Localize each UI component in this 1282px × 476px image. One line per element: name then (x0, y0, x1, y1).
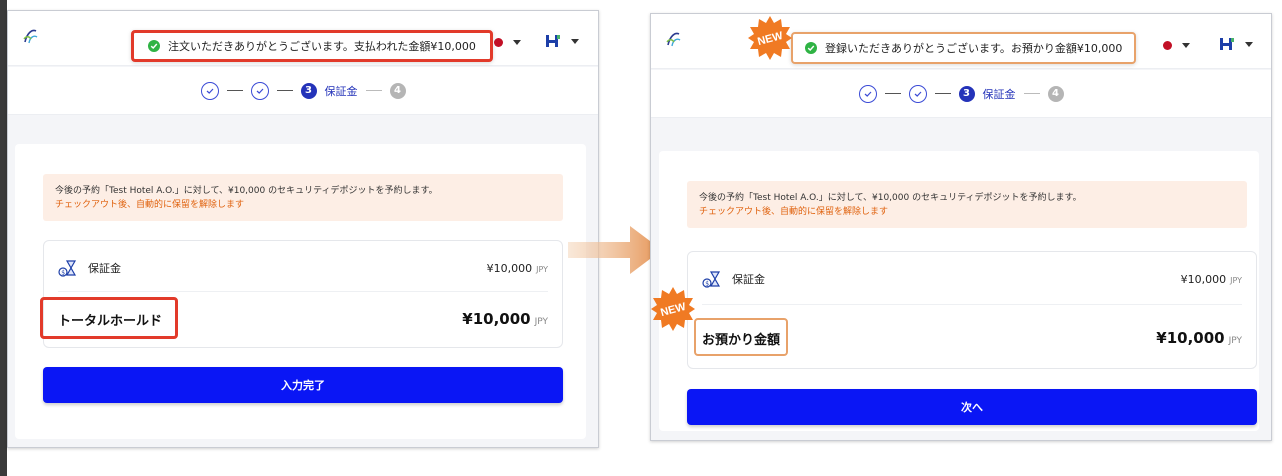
progress-stepper: 3 保証金 4 (8, 67, 598, 115)
step-4: 4 (389, 82, 406, 99)
new-badge: NEW (650, 286, 696, 332)
notice-text: 今後の予約「Test Hotel A.O.」に対して、¥10,000 のセキュリ… (699, 193, 1082, 203)
chevron-down-icon (1182, 43, 1190, 48)
toast-message: 登録いただきありがとうございます。お預かり金額¥10,000 (825, 42, 1123, 55)
success-check-icon (805, 42, 817, 54)
step-2 (250, 81, 269, 100)
total-row: トータルホールド ¥10,000 JPY (40, 297, 548, 339)
chevron-down-icon (571, 38, 579, 44)
step-connector (365, 90, 382, 91)
svg-text:$: $ (705, 280, 709, 287)
deposit-label: 保証金 (732, 273, 765, 286)
notice-text: 今後の予約「Test Hotel A.O.」に対して、¥10,000 のセキュリ… (55, 186, 438, 196)
step-connector (1023, 93, 1040, 94)
svg-text:$: $ (61, 269, 65, 276)
app-logo-icon[interactable] (663, 28, 685, 50)
step-1 (858, 84, 877, 103)
language-dropdown[interactable] (1163, 41, 1190, 50)
step-4: 4 (1047, 85, 1064, 102)
step-number: 3 (958, 85, 975, 102)
deposit-summary: $ 保証金 ¥10,000 JPY お預かり金額 ¥10,000 JPY (687, 251, 1257, 369)
chevron-down-icon (1245, 41, 1253, 47)
step-number: 3 (300, 82, 317, 99)
notice-release-text: チェックアウト後、自動的に保留を解除します (55, 200, 245, 210)
language-dropdown[interactable] (494, 38, 521, 47)
new-starburst-icon: NEW (748, 16, 792, 60)
chevron-down-icon (513, 40, 521, 45)
deposit-card: 今後の予約「Test Hotel A.O.」に対して、¥10,000 のセキュリ… (15, 144, 586, 439)
deposit-notice: 今後の予約「Test Hotel A.O.」に対して、¥10,000 のセキュリ… (687, 181, 1247, 228)
left-edge-bar (0, 0, 7, 476)
screen-after: 登録いただきありがとうございます。お預かり金額¥10,000 3 保証金 4 今… (650, 13, 1272, 441)
notice-release-text: チェックアウト後、自動的に保留を解除します (699, 207, 889, 217)
deposit-notice: 今後の予約「Test Hotel A.O.」に対して、¥10,000 のセキュリ… (43, 174, 563, 221)
next-button[interactable]: 次へ (687, 389, 1257, 425)
deposit-row: $ 保証金 ¥10,000 JPY (702, 264, 1242, 294)
japan-flag-icon (1163, 41, 1172, 50)
success-check-icon (148, 40, 160, 52)
deposit-card: 今後の予約「Test Hotel A.O.」に対して、¥10,000 のセキュリ… (659, 151, 1259, 431)
hotel-brand-icon (546, 35, 560, 47)
money-hourglass-icon: $ (702, 271, 721, 288)
success-toast: 注文いただきありがとうございます。支払われた金額¥10,000 (131, 30, 493, 62)
step-number: 4 (1047, 85, 1064, 102)
app-header: 登録いただきありがとうございます。お預かり金額¥10,000 (651, 14, 1271, 69)
user-menu-dropdown[interactable] (545, 33, 579, 49)
new-starburst-icon: NEW (651, 287, 695, 331)
user-menu-dropdown[interactable] (1219, 36, 1253, 52)
divider (58, 291, 548, 292)
step-connector (226, 90, 243, 91)
step-3-current: 3 保証金 (300, 82, 358, 99)
japan-flag-icon (494, 38, 503, 47)
deposit-summary: $ 保証金 ¥10,000 JPY トータルホールド ¥10,000 JPY (40, 240, 563, 348)
step-connector (934, 93, 951, 94)
complete-button[interactable]: 入力完了 (43, 367, 563, 403)
check-circle-icon (200, 81, 219, 100)
highlight-box (40, 297, 178, 339)
highlight-box (694, 318, 788, 356)
hotel-brand-icon (1220, 38, 1234, 50)
step-2 (908, 84, 927, 103)
divider (702, 304, 1242, 305)
total-row: お預かり金額 ¥10,000 JPY (694, 318, 1242, 356)
comparison-stage: 注文いただきありがとうございます。支払われた金額¥10,000 3 保証金 4 … (0, 0, 1282, 476)
total-amount: ¥10,000 JPY (1156, 329, 1242, 347)
new-badge: NEW (747, 15, 793, 61)
toast-message: 注文いただきありがとうございます。支払われた金額¥10,000 (168, 40, 476, 53)
step-number: 4 (389, 82, 406, 99)
deposit-amount: ¥10,000 JPY (1180, 272, 1242, 286)
step-connector (884, 93, 901, 94)
check-circle-icon (250, 81, 269, 100)
money-hourglass-icon: $ (58, 260, 77, 277)
screen-before: 注文いただきありがとうございます。支払われた金額¥10,000 3 保証金 4 … (7, 10, 599, 448)
success-toast: 登録いただきありがとうございます。お預かり金額¥10,000 (791, 32, 1137, 64)
app-logo-icon[interactable] (20, 25, 42, 47)
check-circle-icon (858, 84, 877, 103)
total-amount: ¥10,000 JPY (462, 310, 548, 328)
step-connector (276, 90, 293, 91)
check-circle-icon (908, 84, 927, 103)
step-label: 保証金 (982, 87, 1016, 101)
deposit-row: $ 保証金 ¥10,000 JPY (58, 253, 548, 283)
app-header: 注文いただきありがとうございます。支払われた金額¥10,000 (8, 11, 598, 66)
step-3-current: 3 保証金 (958, 85, 1016, 102)
deposit-amount: ¥10,000 JPY (486, 261, 548, 275)
deposit-label: 保証金 (88, 262, 121, 275)
progress-stepper: 3 保証金 4 (651, 70, 1271, 118)
step-label: 保証金 (324, 84, 358, 98)
step-1 (200, 81, 219, 100)
